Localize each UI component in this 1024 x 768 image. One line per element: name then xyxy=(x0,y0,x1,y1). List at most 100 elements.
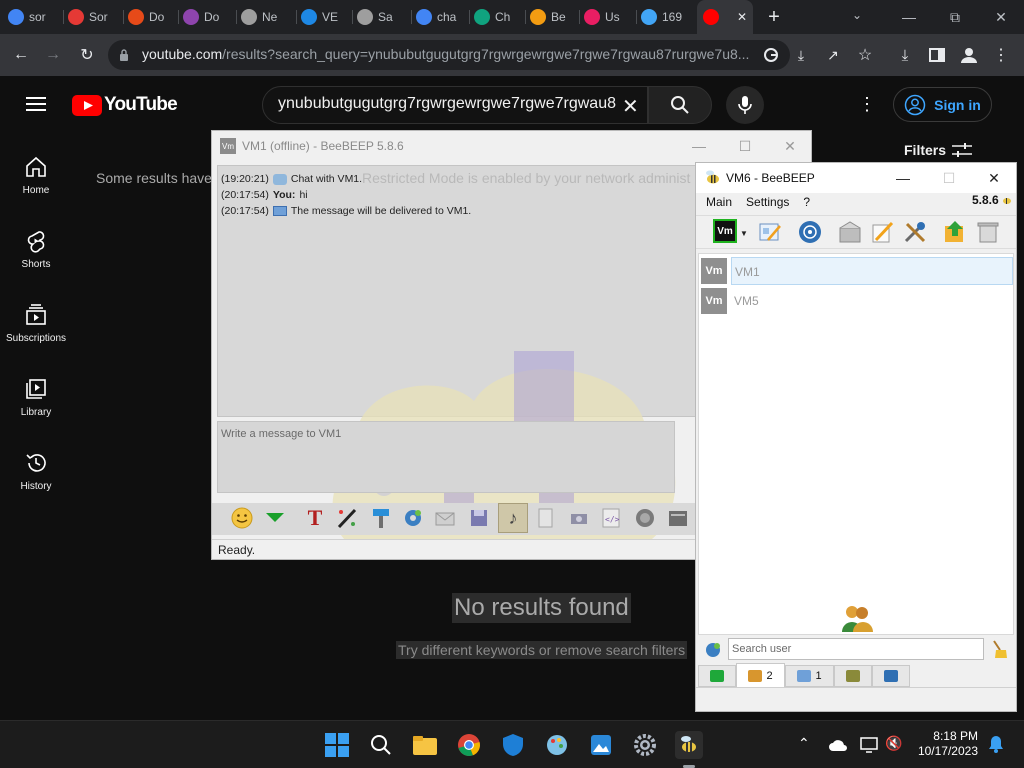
notification-bell-icon[interactable] xyxy=(988,735,1004,758)
back-button[interactable]: ← xyxy=(8,42,34,68)
browser-tab[interactable]: Ne xyxy=(241,6,289,28)
network-cloud-icon[interactable] xyxy=(828,737,848,758)
file-explorer-button[interactable] xyxy=(411,731,439,759)
recycle-bin-icon[interactable] xyxy=(975,219,1001,245)
broadcast-icon[interactable] xyxy=(797,219,823,245)
reload-button[interactable]: ↻ xyxy=(74,42,100,68)
downloads-icon[interactable]: ⤓ xyxy=(892,42,918,68)
bottom-tab[interactable] xyxy=(872,665,910,687)
security-button[interactable] xyxy=(499,731,527,759)
photos-button[interactable] xyxy=(587,731,615,759)
paint-button[interactable] xyxy=(543,731,571,759)
google-lens-icon[interactable] xyxy=(758,42,784,68)
browser-tab[interactable]: Sa xyxy=(357,6,405,28)
youtube-search-button[interactable] xyxy=(648,86,712,124)
sign-in-button[interactable]: Sign in xyxy=(893,87,992,122)
browser-tab[interactable]: 169 xyxy=(641,6,689,28)
chat-settings-gear-icon[interactable] xyxy=(400,505,426,531)
ytnav-item-library[interactable]: Library xyxy=(0,377,72,418)
browser-tab[interactable]: Be xyxy=(530,6,578,28)
chat-minimize-button[interactable]: — xyxy=(676,131,722,161)
main-close-button[interactable]: ✕ xyxy=(971,163,1017,193)
status-dropdown-icon[interactable]: ▼ xyxy=(740,229,748,238)
lock-icon[interactable] xyxy=(119,48,129,61)
install-app-icon[interactable]: ⤓ xyxy=(788,42,814,68)
system-clock[interactable]: 8:18 PM 10/17/2023 xyxy=(912,729,978,759)
start-button[interactable] xyxy=(323,731,351,759)
text-background-icon[interactable] xyxy=(368,505,394,531)
youtube-search-input[interactable]: ynububutgugutgrg7rgwrgewrgwe7rgwe7rgwau8 xyxy=(278,95,620,113)
browser-tab[interactable]: Sor xyxy=(68,6,116,28)
browser-minimize-button[interactable]: — xyxy=(886,0,932,34)
side-panel-icon[interactable] xyxy=(924,42,950,68)
browser-tab[interactable]: Do xyxy=(183,6,231,28)
display-icon[interactable] xyxy=(860,737,878,758)
url-text[interactable]: youtube.com/results?search_query=ynububu… xyxy=(142,46,754,62)
chat-close-button[interactable]: ✕ xyxy=(767,131,813,161)
my-status-icon[interactable]: Vm xyxy=(713,219,737,243)
share-icon[interactable]: ↗ xyxy=(820,42,846,68)
sound-notification-icon[interactable]: ♪ xyxy=(498,503,528,533)
user-list-item[interactable]: Vm VM5 xyxy=(701,286,1013,316)
chrome-button[interactable] xyxy=(455,731,483,759)
ytnav-item-home[interactable]: Home xyxy=(0,155,72,196)
clear-search-icon[interactable]: ✕ xyxy=(622,94,639,119)
expand-emoticons-icon[interactable] xyxy=(262,505,288,531)
taskbar-search-button[interactable] xyxy=(367,731,395,759)
text-font-icon[interactable]: T xyxy=(302,505,328,531)
save-chat-icon[interactable] xyxy=(466,505,492,531)
spell-check-icon[interactable] xyxy=(632,505,658,531)
voice-search-button[interactable] xyxy=(726,86,764,124)
bookmark-star-icon[interactable]: ☆ xyxy=(852,42,878,68)
filters-label[interactable]: Filters xyxy=(904,142,946,158)
browser-tab[interactable]: Do xyxy=(128,6,176,28)
show-hidden-icons-button[interactable]: ⌃ xyxy=(798,735,810,752)
beebeep-taskbar-button[interactable] xyxy=(675,731,703,759)
ytnav-item-subscriptions[interactable]: Subscriptions xyxy=(0,303,72,344)
note-edit-icon[interactable] xyxy=(869,219,895,245)
send-message-icon[interactable] xyxy=(432,505,458,531)
browser-tab[interactable]: Ch xyxy=(474,6,522,28)
main-minimize-button[interactable]: — xyxy=(880,163,926,193)
bottom-tab[interactable] xyxy=(834,665,872,687)
send-file-icon[interactable] xyxy=(532,505,558,531)
guide-menu-icon[interactable] xyxy=(26,96,46,112)
clear-search-broom-icon[interactable] xyxy=(990,639,1008,659)
main-maximize-button[interactable]: ☐ xyxy=(926,163,972,193)
filters-icon[interactable] xyxy=(952,142,972,158)
user-list-item[interactable]: Vm VM1 xyxy=(701,256,1013,286)
share-screenshot-icon[interactable] xyxy=(566,505,592,531)
new-tab-button[interactable]: + xyxy=(763,6,785,28)
browser-menu-icon[interactable]: ⋮ xyxy=(988,42,1014,68)
menu-item-main[interactable]: Main xyxy=(706,195,732,213)
menu-item-settings[interactable]: Settings xyxy=(746,195,789,213)
browser-tab[interactable]: cha xyxy=(416,6,464,28)
settings-dots-icon[interactable]: ⋮ xyxy=(858,94,876,115)
browser-close-button[interactable]: ✕ xyxy=(978,0,1024,34)
clear-chat-icon[interactable] xyxy=(665,505,691,531)
edit-profile-icon[interactable] xyxy=(757,219,783,245)
browser-tab[interactable]: Us xyxy=(584,6,632,28)
menu-item-help[interactable]: ? xyxy=(803,195,810,213)
tab-close-icon[interactable]: ✕ xyxy=(737,10,747,24)
mailbox-icon[interactable] xyxy=(837,219,863,245)
settings-button[interactable] xyxy=(631,731,659,759)
browser-tab[interactable]: sor xyxy=(8,6,56,28)
ytnav-item-shorts[interactable]: Shorts xyxy=(0,229,72,270)
browser-tab[interactable]: ✕ xyxy=(697,0,753,34)
bottom-tab[interactable]: 1 xyxy=(785,665,834,687)
bottom-tab[interactable] xyxy=(698,665,736,687)
html-code-icon[interactable]: </> xyxy=(598,505,624,531)
browser-tab[interactable]: VE xyxy=(301,6,349,28)
text-color-icon[interactable] xyxy=(334,505,360,531)
ytnav-item-history[interactable]: History xyxy=(0,451,72,492)
profile-icon[interactable] xyxy=(956,42,982,68)
youtube-logo[interactable]: YouTube xyxy=(72,94,178,116)
chat-maximize-button[interactable]: ☐ xyxy=(722,131,768,161)
emoticon-icon[interactable] xyxy=(229,505,255,531)
bottom-tab[interactable]: 2 xyxy=(736,663,785,689)
browser-restore-button[interactable]: ⧉ xyxy=(932,0,978,34)
volume-muted-icon[interactable]: 🔇 xyxy=(885,735,902,752)
share-folder-icon[interactable] xyxy=(942,219,968,245)
tools-icon[interactable] xyxy=(902,219,928,245)
